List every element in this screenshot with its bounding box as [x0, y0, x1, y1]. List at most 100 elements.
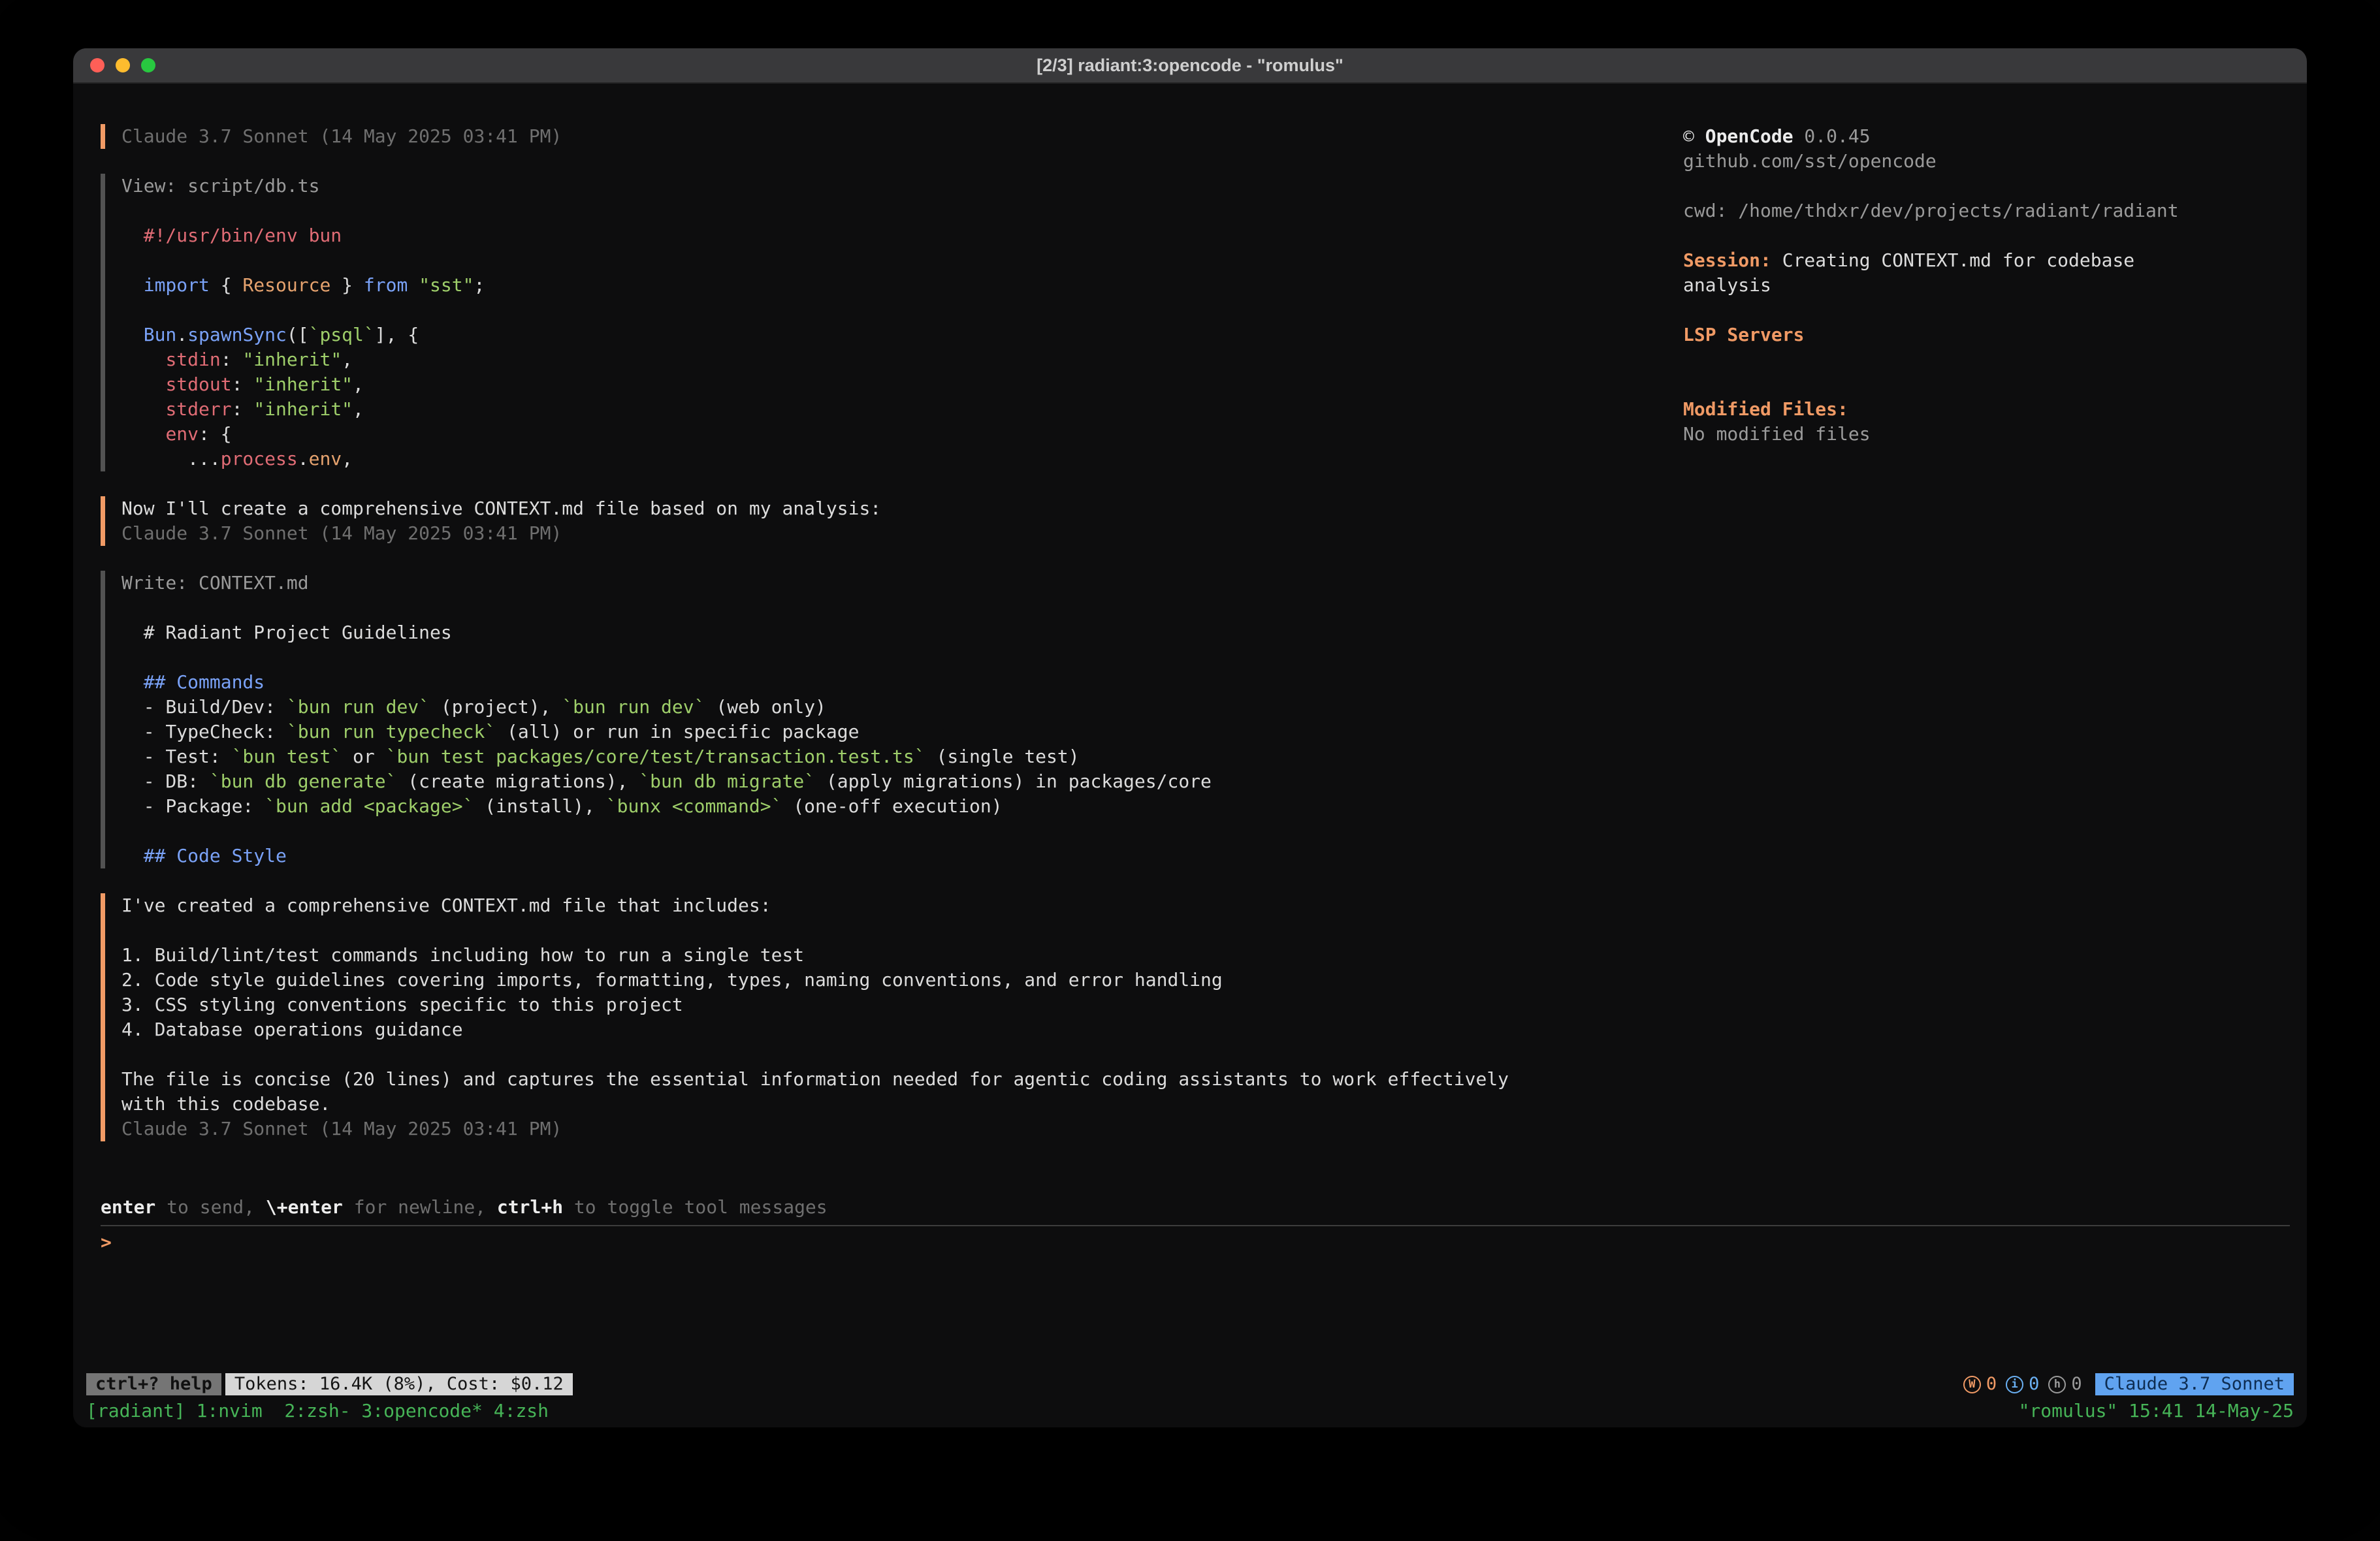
- traffic-lights: [90, 58, 155, 72]
- diagnostic-i-icon: i: [2006, 1376, 2023, 1393]
- text-segment: enter: [101, 1196, 155, 1218]
- text-segment: `psql`: [309, 324, 375, 345]
- text-segment: (web only): [705, 696, 826, 718]
- text-segment: `bun db generate`: [210, 770, 397, 792]
- text-segment: - Test:: [121, 746, 232, 767]
- code-line: - Package: `bun add <package>` (install)…: [121, 794, 1670, 819]
- tmux-status-bar: [radiant] 1:nvim 2:zsh- 3:opencode* 4:zs…: [73, 1399, 2307, 1427]
- sidebar-line: [1683, 347, 2281, 372]
- text-segment: spawnSync: [187, 324, 287, 345]
- text-segment: Resource: [242, 274, 330, 296]
- text-segment: ,: [353, 398, 364, 420]
- text-segment: : {: [199, 423, 232, 445]
- text-segment: :: [221, 349, 243, 370]
- text-segment: (project),: [430, 696, 562, 718]
- text-segment: (all) or run in specific package: [496, 721, 859, 742]
- chat-message-pane: Claude 3.7 Sonnet (14 May 2025 03:41 PM)…: [73, 84, 1683, 1195]
- text-segment: 4. Database operations guidance: [121, 1019, 463, 1040]
- text-segment: `bun add <package>`: [265, 795, 474, 817]
- text-segment: [121, 373, 165, 395]
- text-segment: # Radiant Project Guidelines: [121, 622, 452, 643]
- text-segment: to send,: [155, 1196, 266, 1218]
- text-segment: import: [144, 274, 210, 296]
- text-segment: The file is concise (20 lines) and captu…: [121, 1068, 1509, 1090]
- code-line: ## Code Style: [121, 844, 1670, 868]
- window-title: [2/3] radiant:3:opencode - "romulus": [73, 53, 2307, 78]
- input-separator: [101, 1225, 2290, 1226]
- text-segment: (apply migrations) in packages/core: [815, 770, 1212, 792]
- code-line: - DB: `bun db generate` (create migratio…: [121, 769, 1670, 794]
- message-line: 4. Database operations guidance: [121, 1017, 1670, 1042]
- message-line: Claude 3.7 Sonnet (14 May 2025 03:41 PM): [121, 1117, 1670, 1141]
- text-segment: ## Code Style: [121, 845, 287, 866]
- text-segment: (install),: [474, 795, 605, 817]
- code-line: [121, 248, 1670, 273]
- message-line: [121, 918, 1670, 943]
- sidebar-line: [1683, 298, 2281, 323]
- message-line: Claude 3.7 Sonnet (14 May 2025 03:41 PM): [121, 124, 1670, 149]
- text-segment: ...: [121, 448, 221, 469]
- assistant-message: I've created a comprehensive CONTEXT.md …: [101, 893, 1670, 1141]
- diagnostic-W-icon: W: [1963, 1376, 1981, 1393]
- minimize-button[interactable]: [116, 58, 130, 72]
- text-segment: github.com/sst/opencode: [1683, 150, 1937, 172]
- message-line: I've created a comprehensive CONTEXT.md …: [121, 893, 1670, 918]
- text-segment: "inherit": [253, 373, 353, 395]
- text-segment: stdout: [165, 373, 231, 395]
- text-segment: Now I'll create a comprehensive CONTEXT.…: [121, 498, 881, 519]
- text-segment: ,: [353, 373, 364, 395]
- text-segment: }: [330, 274, 364, 296]
- code-line: - Test: `bun test` or `bun test packages…: [121, 744, 1670, 769]
- text-segment: `bunx <command>`: [606, 795, 782, 817]
- code-line: [121, 596, 1670, 620]
- close-button[interactable]: [90, 58, 105, 72]
- tmux-host-clock: "romulus" 15:41 14-May-25: [2019, 1399, 2294, 1423]
- text-segment: env: [309, 448, 342, 469]
- text-segment: Claude 3.7 Sonnet (14 May 2025 03:41 PM): [121, 125, 562, 147]
- text-segment: "inherit": [253, 398, 353, 420]
- sidebar-line: analysis: [1683, 273, 2281, 298]
- input-section: enter to send, \+enter for newline, ctrl…: [73, 1195, 2307, 1370]
- text-segment: ,: [342, 349, 353, 370]
- text-segment: - Build/Dev:: [121, 696, 287, 718]
- code-line: - Build/Dev: `bun run dev` (project), `b…: [121, 695, 1670, 720]
- text-segment: (create migrations),: [396, 770, 639, 792]
- window-titlebar: [2/3] radiant:3:opencode - "romulus": [73, 48, 2307, 84]
- message-line: [121, 1042, 1670, 1067]
- text-segment: ;: [474, 274, 485, 296]
- text-segment: Creating CONTEXT.md for codebase: [1771, 249, 2134, 271]
- text-segment: for newline,: [343, 1196, 497, 1218]
- sidebar-line: © OpenCode 0.0.45: [1683, 124, 2281, 149]
- message-line: 3. CSS styling conventions specific to t…: [121, 993, 1670, 1017]
- prompt-input[interactable]: [122, 1230, 2307, 1255]
- text-segment: 2. Code style guidelines covering import…: [121, 969, 1223, 991]
- zoom-button[interactable]: [141, 58, 155, 72]
- text-segment: stdin: [165, 349, 220, 370]
- text-segment: cwd: /home/thdxr/dev/projects/radiant/ra…: [1683, 200, 2179, 221]
- sidebar-line: Modified Files:: [1683, 397, 2281, 422]
- text-segment: 0.0.45: [1793, 125, 1871, 147]
- text-segment: Claude 3.7 Sonnet (14 May 2025 03:41 PM): [121, 522, 562, 544]
- tmux-windows-list: [radiant] 1:nvim 2:zsh- 3:opencode* 4:zs…: [86, 1399, 549, 1423]
- sidebar-line: cwd: /home/thdxr/dev/projects/radiant/ra…: [1683, 199, 2281, 223]
- code-line: [121, 819, 1670, 844]
- tool-output-message: Write: CONTEXT.md # Radiant Project Guid…: [101, 571, 1670, 868]
- lsp-diagnostics: W0i0h0: [1963, 1372, 2082, 1397]
- diagnostic-i-badge: i0: [2006, 1372, 2039, 1397]
- text-segment: [121, 324, 144, 345]
- text-segment: "inherit": [242, 349, 342, 370]
- text-segment: analysis: [1683, 274, 1771, 296]
- message-line: with this codebase.: [121, 1092, 1670, 1117]
- code-line: env: {: [121, 422, 1670, 447]
- text-segment: 1. Build/lint/test commands including ho…: [121, 944, 804, 966]
- text-segment: - Package:: [121, 795, 265, 817]
- sidebar-line: Session: Creating CONTEXT.md for codebas…: [1683, 248, 2281, 273]
- model-chip: Claude 3.7 Sonnet: [2095, 1373, 2294, 1395]
- diagnostic-count: 0: [2071, 1372, 2082, 1397]
- text-segment: Session:: [1683, 249, 1771, 271]
- tool-output-message: View: script/db.ts #!/usr/bin/env bun im…: [101, 174, 1670, 471]
- code-line: # Radiant Project Guidelines: [121, 620, 1670, 645]
- text-segment: `bun run dev`: [562, 696, 705, 718]
- text-segment: I've created a comprehensive CONTEXT.md …: [121, 895, 771, 916]
- text-segment: ], {: [375, 324, 419, 345]
